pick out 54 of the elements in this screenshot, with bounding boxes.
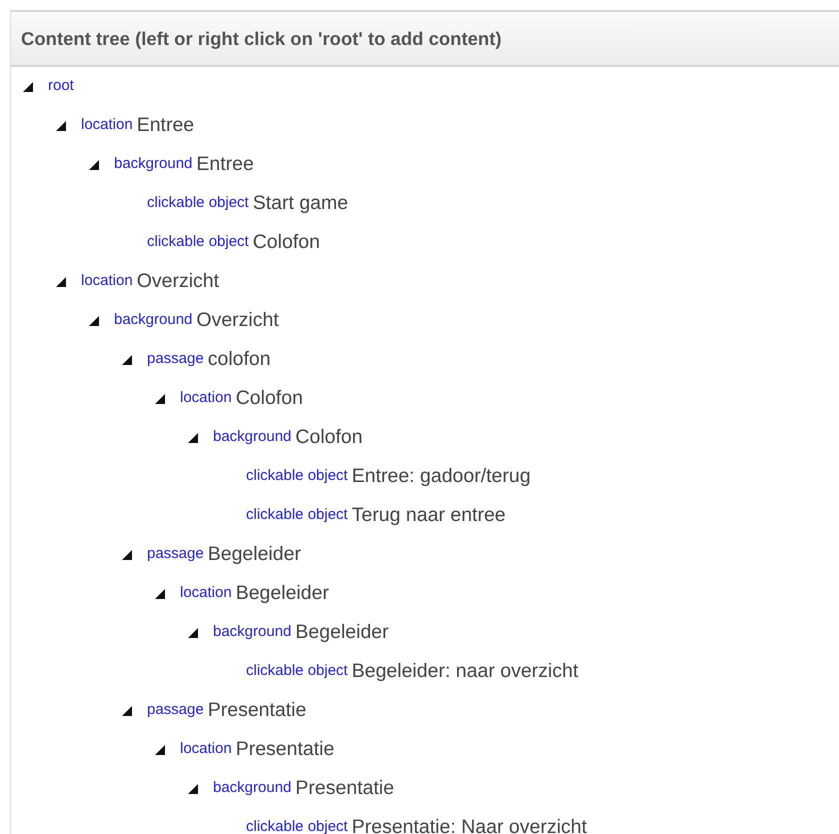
node-name: Begeleider: naar overzicht: [352, 658, 578, 684]
expanded-triangle-icon[interactable]: [56, 276, 66, 286]
node-type-label[interactable]: root: [48, 75, 74, 98]
node-type-label[interactable]: background: [213, 777, 292, 800]
node-name: Presentatie: [295, 776, 394, 801]
panel-title: Content tree (left or right click on 'root' to add content): [11, 12, 839, 67]
node-type-label[interactable]: background: [213, 621, 292, 644]
node-type-label[interactable]: location: [81, 114, 133, 137]
node-name: Colofon: [236, 386, 303, 411]
expanded-triangle-icon[interactable]: [56, 120, 66, 130]
node-name: Overzicht: [196, 308, 279, 333]
node-name: Begeleider: [295, 620, 389, 645]
node-type-label[interactable]: clickable object: [246, 465, 348, 488]
expanded-triangle-icon[interactable]: [155, 588, 165, 598]
node-name: colofon: [208, 346, 271, 372]
node-type-label[interactable]: location: [180, 738, 232, 761]
node-type-label[interactable]: clickable object: [147, 192, 249, 215]
node-name: Begeleider: [236, 580, 329, 606]
node-type-label[interactable]: location: [180, 582, 232, 605]
expanded-triangle-icon[interactable]: [23, 82, 33, 92]
node-type-label[interactable]: location: [81, 270, 133, 293]
node-type-label[interactable]: clickable object: [246, 816, 348, 834]
expanded-triangle-icon[interactable]: [122, 706, 132, 716]
expanded-triangle-icon[interactable]: [122, 354, 132, 364]
expanded-triangle-icon[interactable]: [89, 316, 99, 326]
node-type-label[interactable]: passage: [147, 348, 204, 371]
node-type-label[interactable]: passage: [147, 699, 204, 722]
node-type-label[interactable]: clickable object: [147, 231, 249, 254]
node-name: Presentatie: [208, 698, 306, 723]
node-type-label[interactable]: clickable object: [246, 504, 348, 527]
node-type-label[interactable]: background: [114, 309, 192, 332]
node-type-label[interactable]: passage: [147, 543, 204, 566]
expanded-triangle-icon[interactable]: [89, 160, 99, 170]
node-type-label[interactable]: location: [180, 387, 232, 410]
expanded-triangle-icon[interactable]: [122, 550, 132, 560]
node-type-label[interactable]: background: [114, 153, 192, 176]
node-name: Colofon: [295, 424, 363, 450]
node-name: Presentatie: [236, 736, 334, 762]
expanded-triangle-icon[interactable]: [188, 784, 198, 794]
expanded-triangle-icon[interactable]: [188, 432, 198, 442]
node-name: Start game: [252, 190, 348, 216]
node-type-label[interactable]: clickable object: [246, 660, 348, 683]
node-type-label[interactable]: background: [213, 426, 292, 449]
node-name: Presentatie: Naar overzicht: [352, 814, 587, 834]
node-name: Terug naar entree: [352, 502, 506, 528]
node-name: Entree: [136, 112, 194, 138]
node-name: Begeleider: [208, 542, 301, 567]
expanded-triangle-icon[interactable]: [188, 628, 198, 638]
expanded-triangle-icon[interactable]: [155, 394, 165, 404]
node-name: Colofon: [252, 230, 320, 255]
node-name: Entree: gadoor/terug: [352, 464, 531, 489]
node-name: Entree: [196, 152, 254, 177]
node-name: Overzicht: [136, 268, 220, 294]
expanded-triangle-icon[interactable]: [155, 744, 165, 754]
